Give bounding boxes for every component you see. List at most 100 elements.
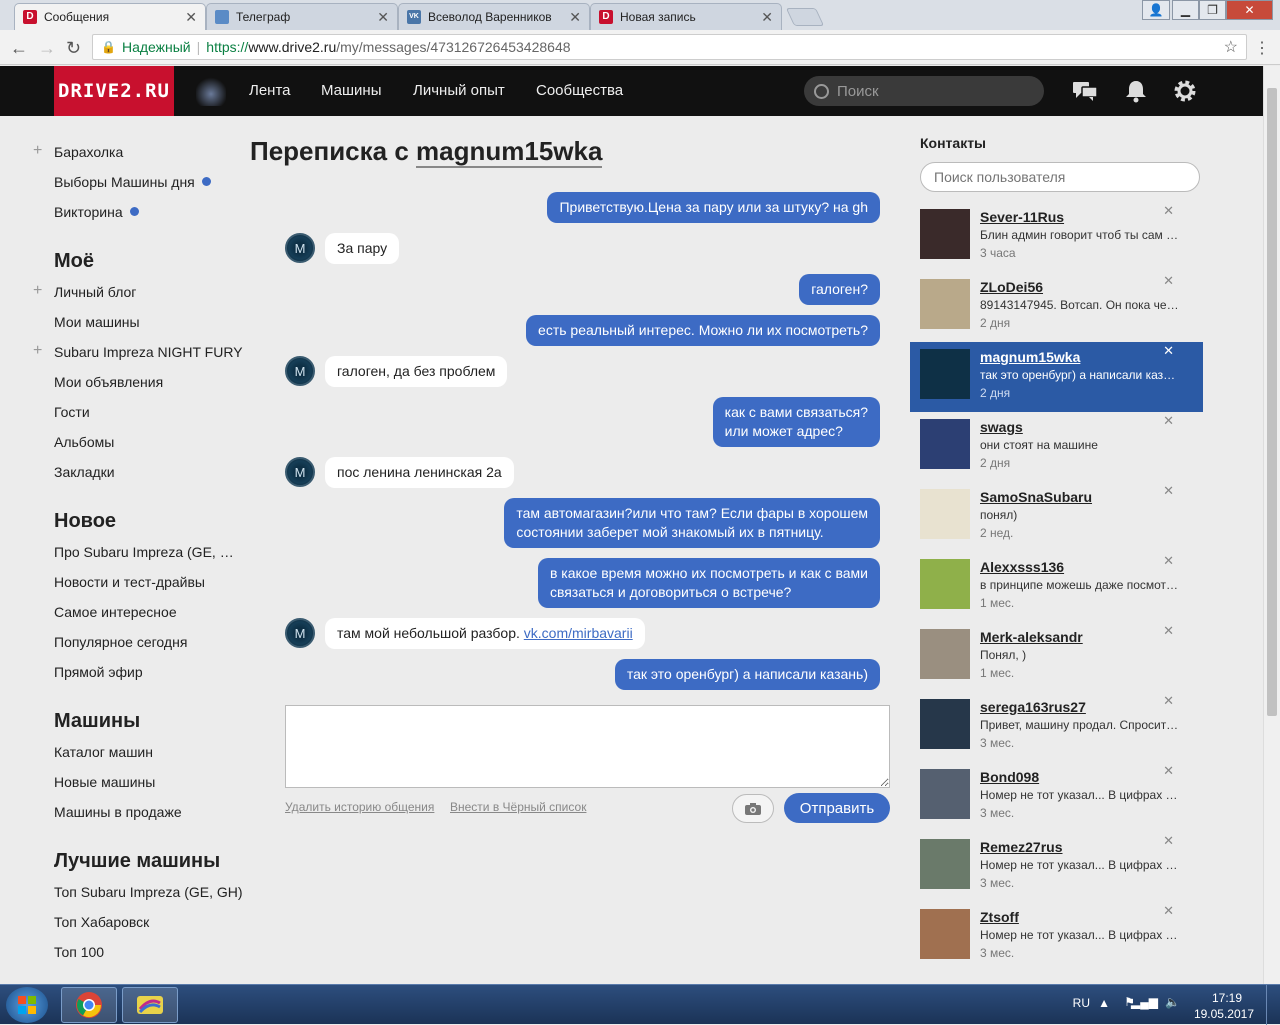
- sidebar-item-for-sale[interactable]: Машины в продаже: [54, 804, 244, 820]
- sender-avatar[interactable]: M: [285, 233, 315, 263]
- contact-name[interactable]: magnum15wka: [980, 349, 1080, 365]
- contact-item[interactable]: Remez27rus Номер не тот указал... В цифра…: [910, 832, 1203, 902]
- user-avatar[interactable]: [196, 76, 226, 106]
- reload-icon[interactable]: ↻: [66, 38, 81, 59]
- contact-avatar[interactable]: [920, 279, 970, 329]
- minimize-button[interactable]: ▁: [1172, 0, 1199, 20]
- remove-contact-icon[interactable]: ✕: [1163, 693, 1174, 709]
- contact-item[interactable]: Sever-11Rus Блин админ говорит чтоб ты са…: [910, 202, 1203, 272]
- sidebar-item-subaru[interactable]: Subaru Impreza NIGHT FURY: [54, 344, 244, 360]
- bookmark-star-icon[interactable]: ☆: [1224, 37, 1238, 57]
- message-link[interactable]: vk.com/mirbavarii: [524, 625, 633, 641]
- sidebar-item-news[interactable]: Новости и тест-драйвы: [54, 574, 244, 590]
- sidebar-item-interesting[interactable]: Самое интересное: [54, 604, 244, 620]
- nav-communities[interactable]: Сообщества: [536, 82, 623, 99]
- bell-icon[interactable]: [1123, 78, 1149, 104]
- contact-name[interactable]: Remez27rus: [980, 839, 1063, 855]
- contact-item[interactable]: serega163rus27 Привет, машину продал. Спр…: [910, 692, 1203, 762]
- maximize-button[interactable]: ❐: [1199, 0, 1226, 20]
- clock-time[interactable]: 17:19: [1212, 991, 1242, 1005]
- sidebar-item-guests[interactable]: Гости: [54, 404, 244, 420]
- plus-icon[interactable]: +: [33, 282, 42, 300]
- sidebar-item-albums[interactable]: Альбомы: [54, 434, 244, 450]
- contact-avatar[interactable]: [920, 909, 970, 959]
- sidebar-item-about-subaru[interactable]: Про Subaru Impreza (GE, GH): [54, 544, 244, 560]
- contact-name[interactable]: ZLoDei56: [980, 279, 1043, 295]
- sender-avatar[interactable]: M: [285, 457, 315, 487]
- forward-arrow-icon[interactable]: →: [38, 38, 56, 59]
- sidebar-item-car-of-day[interactable]: Выборы Машины дня: [54, 174, 244, 190]
- url-bar[interactable]: 🔒 Надежный | https://www.drive2.ru/my/me…: [92, 34, 1247, 60]
- sidebar-item-marketplace[interactable]: Барахолка: [54, 144, 244, 160]
- sidebar-item-quiz[interactable]: Викторина: [54, 204, 244, 220]
- clock-date[interactable]: 19.05.2017: [1194, 1007, 1254, 1021]
- remove-contact-icon[interactable]: ✕: [1163, 903, 1174, 919]
- page-scrollbar[interactable]: [1263, 66, 1280, 984]
- conversation-username-link[interactable]: magnum15wka: [416, 136, 603, 168]
- remove-contact-icon[interactable]: ✕: [1163, 763, 1174, 779]
- nav-experience[interactable]: Личный опыт: [413, 82, 505, 99]
- contact-avatar[interactable]: [920, 699, 970, 749]
- remove-contact-icon[interactable]: ✕: [1163, 203, 1174, 219]
- language-indicator[interactable]: RU: [1073, 996, 1090, 1010]
- contact-avatar[interactable]: [920, 419, 970, 469]
- contact-avatar[interactable]: [920, 559, 970, 609]
- user-profile-icon[interactable]: 👤: [1142, 0, 1170, 20]
- sidebar-item-my-cars[interactable]: Мои машины: [54, 314, 244, 330]
- sidebar-item-live[interactable]: Прямой эфир: [54, 664, 244, 680]
- remove-contact-icon[interactable]: ✕: [1163, 483, 1174, 499]
- contact-name[interactable]: SamoSnaSubaru: [980, 489, 1092, 505]
- close-tab-icon[interactable]: ✕: [377, 9, 389, 26]
- new-tab-button[interactable]: [785, 8, 825, 26]
- sender-avatar[interactable]: M: [285, 356, 315, 386]
- tab-telegraph[interactable]: Телеграф ✕: [206, 3, 398, 30]
- remove-contact-icon[interactable]: ✕: [1163, 623, 1174, 639]
- attach-photo-button[interactable]: [732, 794, 774, 823]
- remove-contact-icon[interactable]: ✕: [1163, 413, 1174, 429]
- message-input[interactable]: [285, 705, 890, 788]
- tab-messages[interactable]: D Сообщения ✕: [14, 3, 206, 30]
- contact-item[interactable]: ZLoDei56 89143147945. Вотсап. Он пока чег…: [910, 272, 1203, 342]
- contact-avatar[interactable]: [920, 629, 970, 679]
- send-button[interactable]: Отправить: [784, 793, 890, 823]
- nav-feed[interactable]: Лента: [249, 82, 291, 99]
- signal-icon[interactable]: ▂▄▆: [1131, 995, 1158, 1009]
- contact-item[interactable]: Bond098 Номер не тот указал... В цифрах о…: [910, 762, 1203, 832]
- contact-name[interactable]: Merk-aleksandr: [980, 629, 1083, 645]
- taskbar-app-button[interactable]: [122, 987, 178, 1023]
- volume-icon[interactable]: 🔈: [1165, 995, 1180, 1009]
- nav-cars[interactable]: Машины: [321, 82, 381, 99]
- remove-contact-icon[interactable]: ✕: [1163, 343, 1174, 359]
- taskbar-chrome-button[interactable]: [61, 987, 117, 1023]
- sidebar-item-bookmarks[interactable]: Закладки: [54, 464, 244, 480]
- contact-name[interactable]: serega163rus27: [980, 699, 1086, 715]
- sidebar-item-top-khabarovsk[interactable]: Топ Хабаровск: [54, 914, 244, 930]
- sidebar-item-my-ads[interactable]: Мои объявления: [54, 374, 244, 390]
- contact-item[interactable]: Ztsoff Номер не тот указал... В цифрах ош…: [910, 902, 1203, 972]
- start-button[interactable]: [6, 987, 48, 1023]
- scrollbar-thumb[interactable]: [1267, 88, 1277, 716]
- contact-avatar[interactable]: [920, 349, 970, 399]
- contact-avatar[interactable]: [920, 769, 970, 819]
- site-search-input[interactable]: Поиск: [804, 76, 1044, 106]
- plus-icon[interactable]: +: [33, 342, 42, 360]
- sidebar-item-top-subaru[interactable]: Топ Subaru Impreza (GE, GH): [54, 884, 244, 900]
- close-tab-icon[interactable]: ✕: [569, 9, 581, 26]
- plus-icon[interactable]: +: [33, 142, 42, 160]
- contact-avatar[interactable]: [920, 489, 970, 539]
- back-arrow-icon[interactable]: ←: [10, 38, 28, 59]
- sender-avatar[interactable]: M: [285, 618, 315, 648]
- site-logo[interactable]: DRIVE2.RU: [54, 66, 174, 116]
- contact-name[interactable]: Alexxsss136: [980, 559, 1064, 575]
- contact-item[interactable]: Alexxsss136 в принципе можешь даже посмот…: [910, 552, 1203, 622]
- gear-icon[interactable]: [1172, 78, 1198, 104]
- close-tab-icon[interactable]: ✕: [185, 9, 197, 26]
- contact-item[interactable]: swags они стоят на машине 2 дня ✕: [910, 412, 1203, 482]
- sidebar-item-popular[interactable]: Популярное сегодня: [54, 634, 244, 650]
- tab-vk-profile[interactable]: VK Всеволод Варенников ✕: [398, 3, 590, 30]
- messages-icon[interactable]: [1072, 78, 1098, 104]
- remove-contact-icon[interactable]: ✕: [1163, 553, 1174, 569]
- contact-item[interactable]: magnum15wka так это оренбург) а написали …: [910, 342, 1203, 412]
- tray-expand-icon[interactable]: ▲: [1098, 996, 1110, 1010]
- user-search-input[interactable]: [920, 162, 1200, 192]
